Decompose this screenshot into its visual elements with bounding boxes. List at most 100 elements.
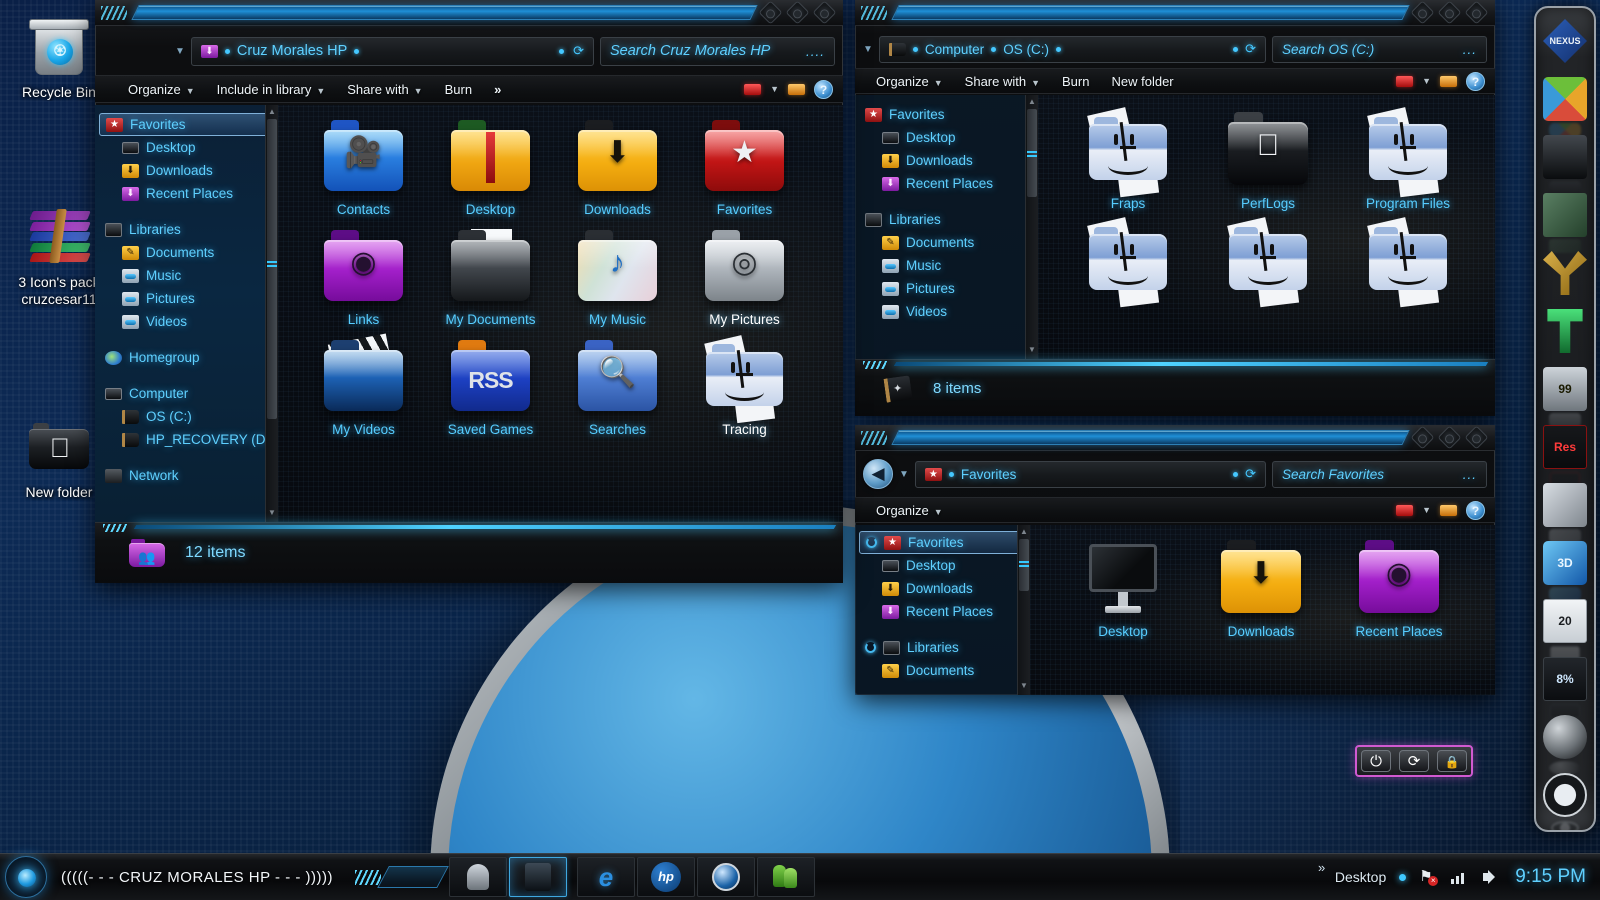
sidebar-item-recent-places[interactable]: Recent Places [95,182,278,205]
file-item[interactable]: My Videos [300,337,427,437]
power-widget[interactable]: ⏻ ⟳ 🔒 [1355,745,1473,777]
tray-expand-chevron-icon[interactable]: » [1318,860,1325,875]
network-flag-error-icon[interactable]: ⚑ × [1419,869,1438,886]
toolbar-include-in-library[interactable]: Include in library▼ [206,82,337,97]
taskbar[interactable]: (((((- - - CRUZ MORALES HP - - - ))))) e… [0,853,1600,900]
titlebar-os[interactable] [855,0,1495,26]
tools-icon[interactable] [1543,193,1587,237]
sidebar-item-libraries[interactable]: Libraries [855,208,1038,231]
explorer-window-cruz-morales-hp[interactable]: ▼ Cruz Morales HP ⟳ Search Cruz Morales … [95,0,843,583]
breadcrumb-main[interactable]: Cruz Morales HP ⟳ [191,37,594,66]
search-input[interactable]: Search Cruz Morales HP [610,43,770,59]
scroll-up-icon[interactable]: ▲ [266,107,278,119]
chevron-down-icon[interactable]: ▼ [175,46,185,57]
sidebar-item-desktop[interactable]: Desktop [855,126,1038,149]
taskbar-app-hp[interactable]: hp [637,857,695,897]
clock[interactable]: 9:15 PM [1515,866,1586,888]
system-tray[interactable]: Desktop ⚑ × 9:15 PM [1335,866,1600,888]
maximize-button[interactable] [1437,0,1461,24]
address-bar-favorites[interactable]: ◀ ▼ Favorites ⟳ Search Favorites ... [855,457,1495,491]
breadcrumb-favorites[interactable]: Favorites ⟳ [915,461,1266,488]
file-item[interactable]: 🔍Searches [554,337,681,437]
search-box-favorites[interactable]: Search Favorites ... [1272,461,1487,488]
sidebar-item-videos[interactable]: Videos [855,300,1038,323]
taskbar-app-home[interactable] [449,857,507,897]
sidebar-item-homegroup[interactable]: Homegroup [95,346,278,369]
file-item[interactable]: ⬇Downloads [1192,537,1330,639]
file-item[interactable]: ◎My Pictures [681,227,808,327]
file-item[interactable]: RSSSaved Games [427,337,554,437]
moon-weather-icon[interactable] [1543,715,1587,759]
maximize-button[interactable] [1437,425,1461,449]
address-bar-main[interactable]: ▼ Cruz Morales HP ⟳ Search Cruz Morales … [95,33,843,69]
close-button[interactable] [1464,0,1488,24]
back-arrow-icon[interactable]: ◀ [863,459,893,489]
scroll-down-icon[interactable]: ▼ [1018,681,1030,693]
view-red-swatch-icon[interactable] [1396,76,1413,87]
preview-pane-icon[interactable] [788,84,805,95]
breadcrumb-item[interactable]: Favorites [961,467,1017,482]
toolbar-favorites[interactable]: Organize▼ ▼ ? [855,497,1495,523]
refresh-icon[interactable]: ⟳ [573,43,584,59]
view-red-swatch-icon[interactable] [744,84,761,95]
res-icon[interactable]: Res [1543,425,1587,469]
close-button[interactable] [812,0,836,24]
start-button[interactable] [5,856,47,898]
minimize-button[interactable] [1410,0,1434,24]
globe-icon[interactable] [1543,831,1587,832]
sidebar-item-desktop[interactable]: Desktop [855,554,1030,577]
speedometer-icon[interactable] [1543,773,1587,817]
sidebar-item-hp-recovery-d[interactable]: HP_RECOVERY (D [95,428,278,451]
sidebar-item-os-c[interactable]: OS (C:) [95,405,278,428]
sidebar-item-favorites[interactable]: Favorites [859,531,1026,554]
file-item[interactable] [1198,219,1338,306]
toolbar-burn[interactable]: Burn [434,82,483,97]
file-item[interactable] [1058,219,1198,306]
file-item[interactable]: Desktop [427,117,554,217]
address-bar-os[interactable]: ▼ Computer OS (C:) ⟳ Search OS (C:) ... [855,32,1495,66]
scroll-up-icon[interactable]: ▲ [1018,527,1030,539]
signal-bars-icon[interactable] [1451,869,1470,886]
sidebar-item-computer[interactable]: Computer [95,382,278,405]
sidebar-item-libraries[interactable]: Libraries [95,218,278,241]
sidebar-item-favorites[interactable]: Favorites [99,113,274,136]
toolbar-overflow[interactable]: » [483,82,512,97]
breadcrumb-os[interactable]: Computer OS (C:) ⟳ [879,36,1266,63]
search-input[interactable]: Search Favorites [1282,467,1384,482]
file-item[interactable]: ⬇Downloads [554,117,681,217]
file-item[interactable]: My Documents [427,227,554,327]
search-box-os[interactable]: Search OS (C:) ... [1272,36,1487,63]
file-item[interactable]: ◉Recent Places [1330,537,1468,639]
sidebar-item-pictures[interactable]: Pictures [855,277,1038,300]
titlebar-favorites[interactable] [855,425,1495,451]
chevron-down-icon[interactable]: ▼ [1422,76,1431,86]
breadcrumb-item[interactable]: OS (C:) [1003,42,1049,57]
expand-ring-icon[interactable] [865,642,876,653]
sidebar-item-desktop[interactable]: Desktop [95,136,278,159]
toolbar-new-folder[interactable]: New folder [1100,74,1184,89]
taskbar-desktop-label[interactable]: Desktop [1335,869,1386,885]
help-button[interactable]: ? [1466,72,1485,91]
sidebar-item-recent-places[interactable]: Recent Places [855,172,1038,195]
minimize-button[interactable] [1410,425,1434,449]
three-d-icon[interactable]: 3D [1543,541,1587,585]
maximize-button[interactable] [785,0,809,24]
sidebar-item-documents[interactable]: Documents [95,241,278,264]
navigation-pane-favorites[interactable]: FavoritesDesktopDownloadsRecent PlacesLi… [855,525,1030,695]
file-item[interactable]: Program Files [1338,109,1478,211]
file-item[interactable]: ♪My Music [554,227,681,327]
breadcrumb-item[interactable]: Cruz Morales HP [237,43,347,59]
taskbar-app-messenger[interactable] [757,857,815,897]
sidebar-item-pictures[interactable]: Pictures [95,287,278,310]
sidebar-item-recent-places[interactable]: Recent Places [855,600,1030,623]
toolbar-organize[interactable]: Organize▼ [865,74,954,89]
nexus-dock[interactable]: NEXUS99Res3D208% [1534,6,1596,832]
sidebar-item-documents[interactable]: Documents [855,231,1038,254]
file-item[interactable]: PerfLogs [1198,109,1338,211]
sidebar-item-network[interactable]: Network [95,464,278,487]
green-t-icon[interactable] [1543,309,1587,353]
taskbar-app-media-player[interactable] [697,857,755,897]
sidebar-item-downloads[interactable]: Downloads [855,577,1030,600]
search-box-main[interactable]: Search Cruz Morales HP .... [600,37,835,66]
file-item[interactable]: ◉Links [300,227,427,327]
